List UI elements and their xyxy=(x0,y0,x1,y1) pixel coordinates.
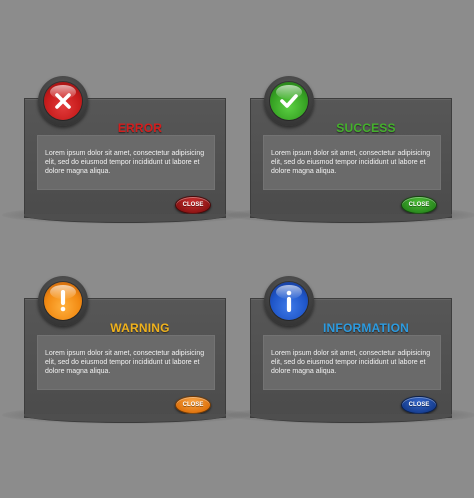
close-button[interactable]: CLOSE xyxy=(175,396,211,414)
dialog-showcase: ERROR Lorem ipsum dolor sit amet, consec… xyxy=(0,0,474,498)
badge xyxy=(38,276,88,326)
close-button[interactable]: CLOSE xyxy=(401,196,437,214)
message-box: Lorem ipsum dolor sit amet, consectetur … xyxy=(37,135,215,190)
information-dialog: INFORMATION Lorem ipsum dolor sit amet, … xyxy=(228,276,474,424)
warning-dialog: WARNING Lorem ipsum dolor sit amet, cons… xyxy=(2,276,250,424)
dialog-title: ERROR xyxy=(117,121,163,135)
message-box: Lorem ipsum dolor sit amet, consectetur … xyxy=(263,135,441,190)
badge xyxy=(38,76,88,126)
close-label: CLOSE xyxy=(182,202,204,208)
exclamation-icon xyxy=(44,282,82,320)
close-button[interactable]: CLOSE xyxy=(401,396,437,414)
close-label: CLOSE xyxy=(408,402,430,408)
dialog-title: WARNING xyxy=(110,321,170,335)
error-dialog: ERROR Lorem ipsum dolor sit amet, consec… xyxy=(2,76,250,224)
success-dialog: SUCCESS Lorem ipsum dolor sit amet, cons… xyxy=(228,76,474,224)
message-text: Lorem ipsum dolor sit amet, consectetur … xyxy=(45,350,205,375)
badge xyxy=(264,76,314,126)
x-icon xyxy=(44,82,82,120)
info-icon xyxy=(270,282,308,320)
message-text: Lorem ipsum dolor sit amet, consectetur … xyxy=(45,150,205,175)
close-label: CLOSE xyxy=(182,402,204,408)
message-text: Lorem ipsum dolor sit amet, consectetur … xyxy=(271,350,431,375)
message-box: Lorem ipsum dolor sit amet, consectetur … xyxy=(263,335,441,390)
dialog-title: SUCCESS xyxy=(336,121,396,135)
close-label: CLOSE xyxy=(408,202,430,208)
dialog-title: INFORMATION xyxy=(323,321,409,335)
close-button[interactable]: CLOSE xyxy=(175,196,211,214)
message-box: Lorem ipsum dolor sit amet, consectetur … xyxy=(37,335,215,390)
message-text: Lorem ipsum dolor sit amet, consectetur … xyxy=(271,150,431,175)
badge xyxy=(264,276,314,326)
check-icon xyxy=(270,82,308,120)
